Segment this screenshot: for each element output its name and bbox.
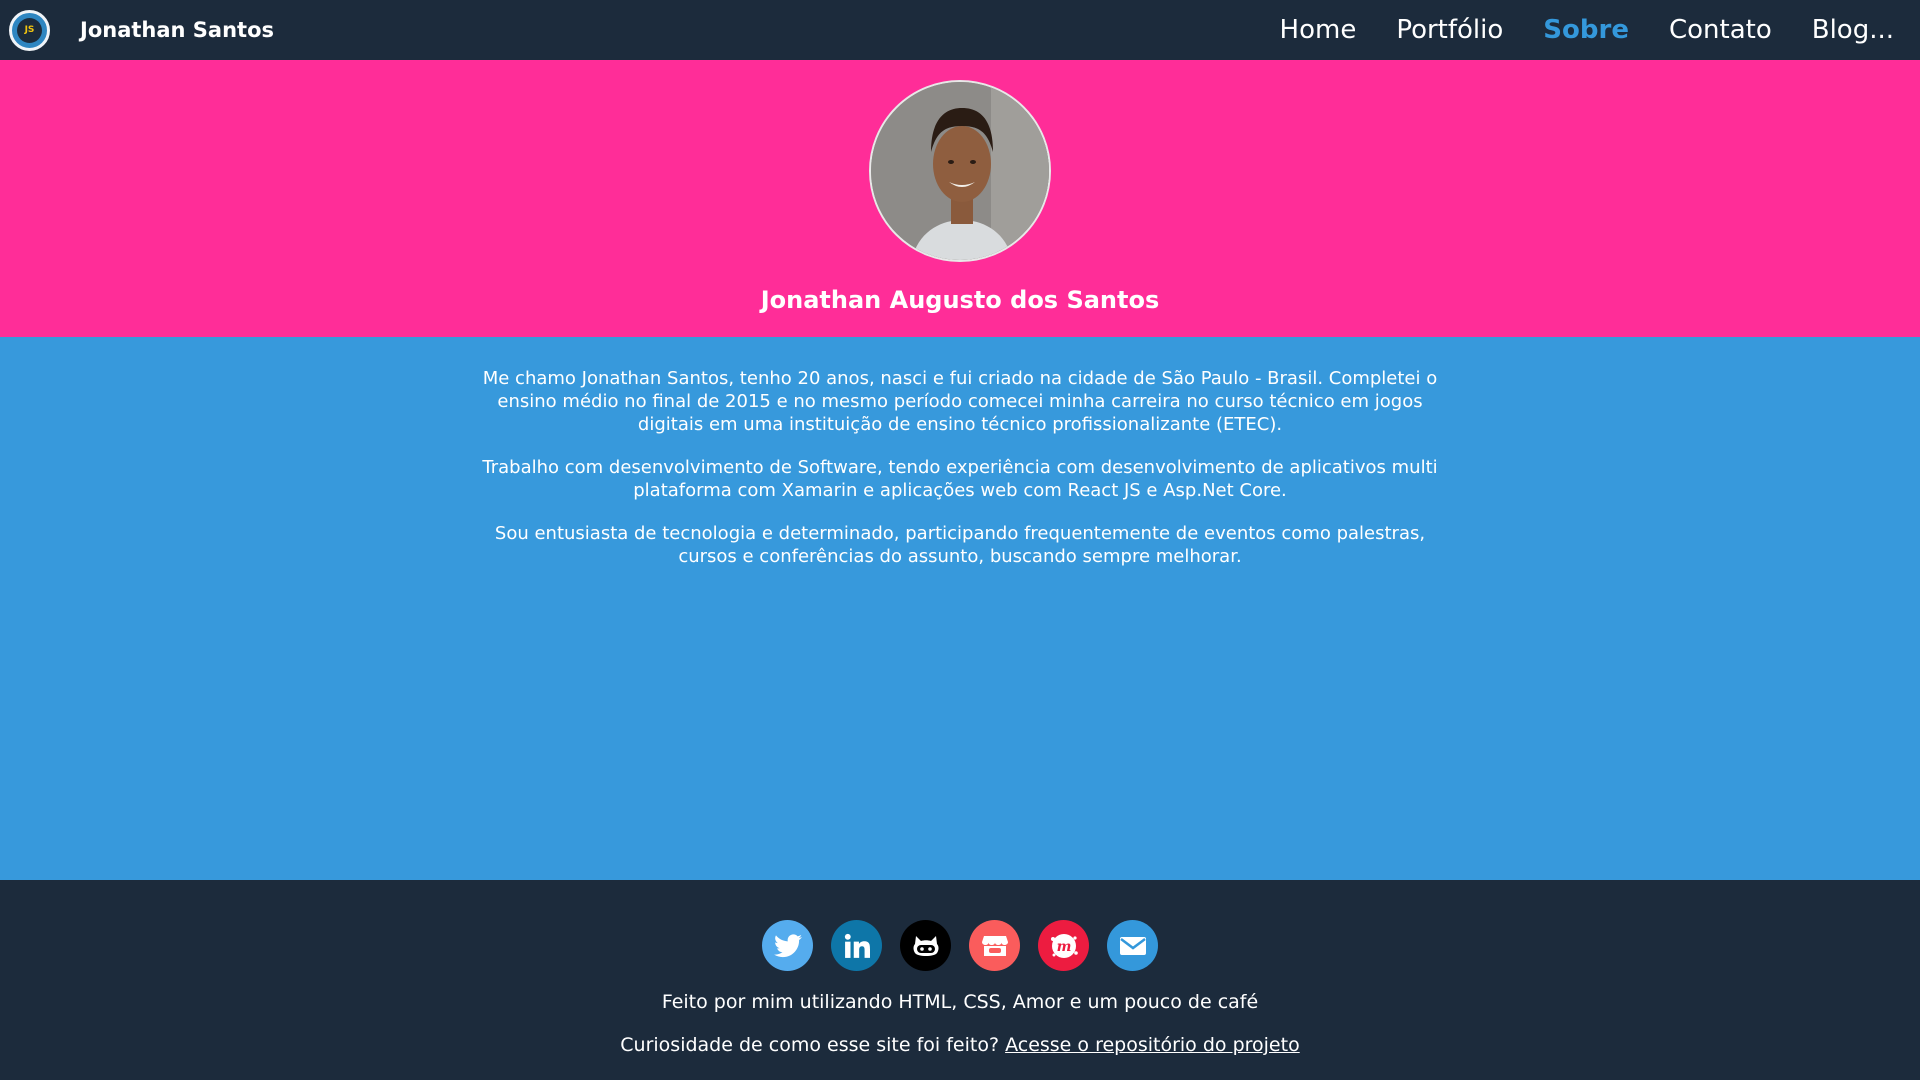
footer-made-with: Feito por mim utilizando HTML, CSS, Amor… (661, 991, 1259, 1013)
nav-link-portfolio[interactable]: Portfólio (1396, 15, 1503, 45)
about-paragraph-2: Trabalho com desenvolvimento de Software… (482, 457, 1438, 501)
email-icon[interactable] (1107, 920, 1158, 971)
profile-photo (871, 82, 1049, 260)
hero-name: Jonathan Augusto dos Santos (760, 286, 1160, 314)
social-links: m (0, 920, 1920, 971)
itchio-icon[interactable] (969, 920, 1020, 971)
brand-name[interactable]: Jonathan Santos (80, 18, 274, 42)
profile-avatar (869, 80, 1051, 262)
repo-link[interactable]: Acesse o repositório do projeto (1005, 1034, 1300, 1056)
footer-curiosity-line: Curiosidade de como esse site foi feito?… (0, 1034, 1920, 1056)
about-paragraph-3: Sou entusiasta de tecnologia e determina… (494, 523, 1426, 567)
hero-section: Jonathan Augusto dos Santos (0, 60, 1920, 337)
brand-logo-text: JS (17, 17, 42, 43)
nav-menu: Home Portfólio Sobre Contato Blog... (1240, 0, 1894, 60)
about-text: Me chamo Jonathan Santos, tenho 20 anos,… (475, 367, 1445, 588)
github-icon[interactable] (900, 920, 951, 971)
top-navbar: JS Jonathan Santos Home Portfólio Sobre … (0, 0, 1920, 60)
nav-link-sobre[interactable]: Sobre (1543, 15, 1629, 45)
linkedin-icon[interactable] (831, 920, 882, 971)
nav-link-contato[interactable]: Contato (1669, 15, 1772, 45)
brand[interactable]: JS Jonathan Santos (0, 0, 274, 60)
footer-curiosity-text: Curiosidade de como esse site foi feito? (620, 1034, 1000, 1056)
about-paragraph-1: Me chamo Jonathan Santos, tenho 20 anos,… (482, 368, 1438, 435)
about-section: Me chamo Jonathan Santos, tenho 20 anos,… (0, 337, 1920, 880)
footer: m Feito por mim utilizando HTML, CSS, Am… (0, 880, 1920, 1080)
brand-logo-icon[interactable]: JS (9, 9, 50, 51)
svg-text:m: m (1056, 939, 1071, 955)
nav-link-home[interactable]: Home (1280, 15, 1357, 45)
meetup-icon[interactable]: m (1038, 920, 1089, 971)
nav-link-blog[interactable]: Blog... (1812, 15, 1894, 45)
twitter-icon[interactable] (762, 920, 813, 971)
